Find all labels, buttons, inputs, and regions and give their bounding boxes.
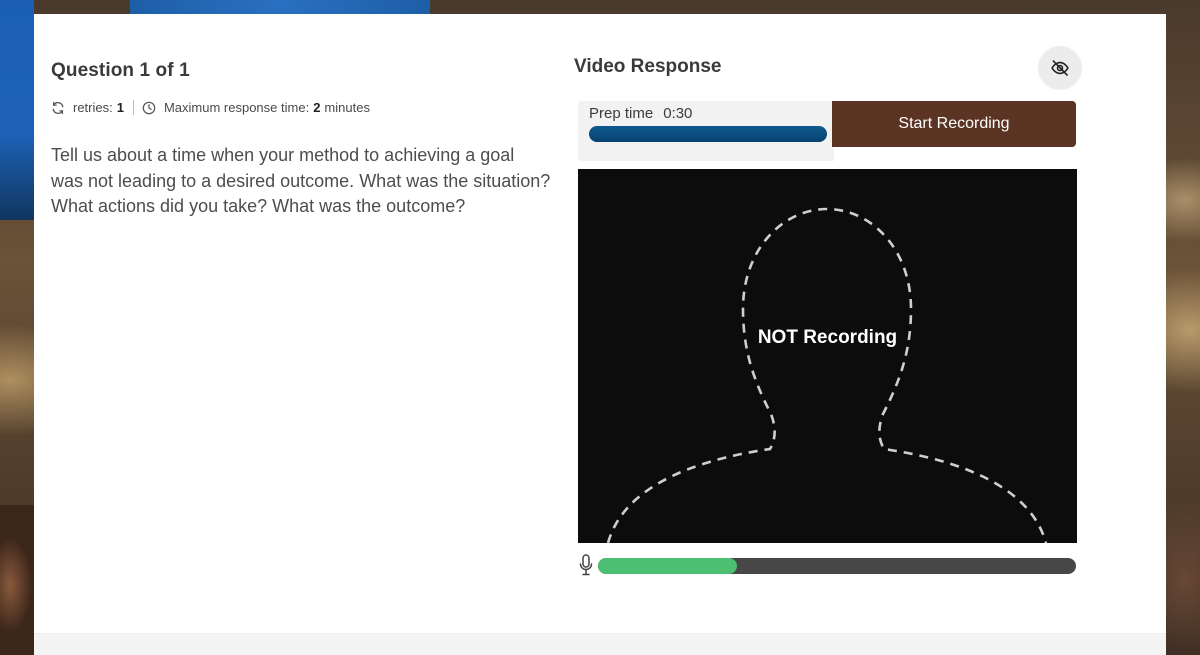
background-blue-strip	[130, 0, 430, 14]
max-time-unit: minutes	[324, 100, 370, 115]
background-person	[0, 505, 34, 655]
meta-divider	[132, 100, 134, 115]
toggle-preview-button[interactable]	[1038, 46, 1082, 90]
prep-time-label: Prep time	[589, 105, 654, 122]
microphone-icon	[578, 553, 594, 577]
question-title: Question 1 of 1	[51, 60, 190, 81]
prep-time-panel: Prep time 0:30	[578, 101, 834, 161]
prep-time-value: 0:30	[663, 105, 693, 122]
retries-label: retries:	[73, 100, 113, 115]
max-time-value: 2	[313, 100, 321, 115]
background-blue-panel	[0, 0, 34, 220]
max-time-label: Maximum response time:	[163, 100, 310, 115]
question-panel: Question 1 of 1 retries: 1 Maximum respo…	[51, 60, 551, 220]
question-meta: retries: 1 Maximum response time: 2 minu…	[51, 100, 551, 115]
video-preview: NOT Recording	[578, 169, 1077, 543]
question-text: Tell us about a time when your method to…	[51, 145, 551, 216]
prep-time-progress	[589, 126, 827, 142]
eye-off-icon	[1051, 60, 1069, 76]
refresh-icon	[51, 101, 65, 115]
video-response-title: Video Response	[574, 56, 722, 77]
card-footer	[34, 633, 1166, 655]
retries-value: 1	[116, 100, 124, 115]
start-recording-button[interactable]: Start Recording	[832, 101, 1076, 147]
audio-level-meter	[598, 558, 1076, 574]
recording-status: NOT Recording	[757, 327, 898, 348]
clock-icon	[142, 101, 156, 115]
head-outline-guide	[606, 207, 1048, 543]
prep-time-row: Prep time 0:30	[589, 105, 692, 122]
audio-level-fill	[598, 558, 737, 574]
